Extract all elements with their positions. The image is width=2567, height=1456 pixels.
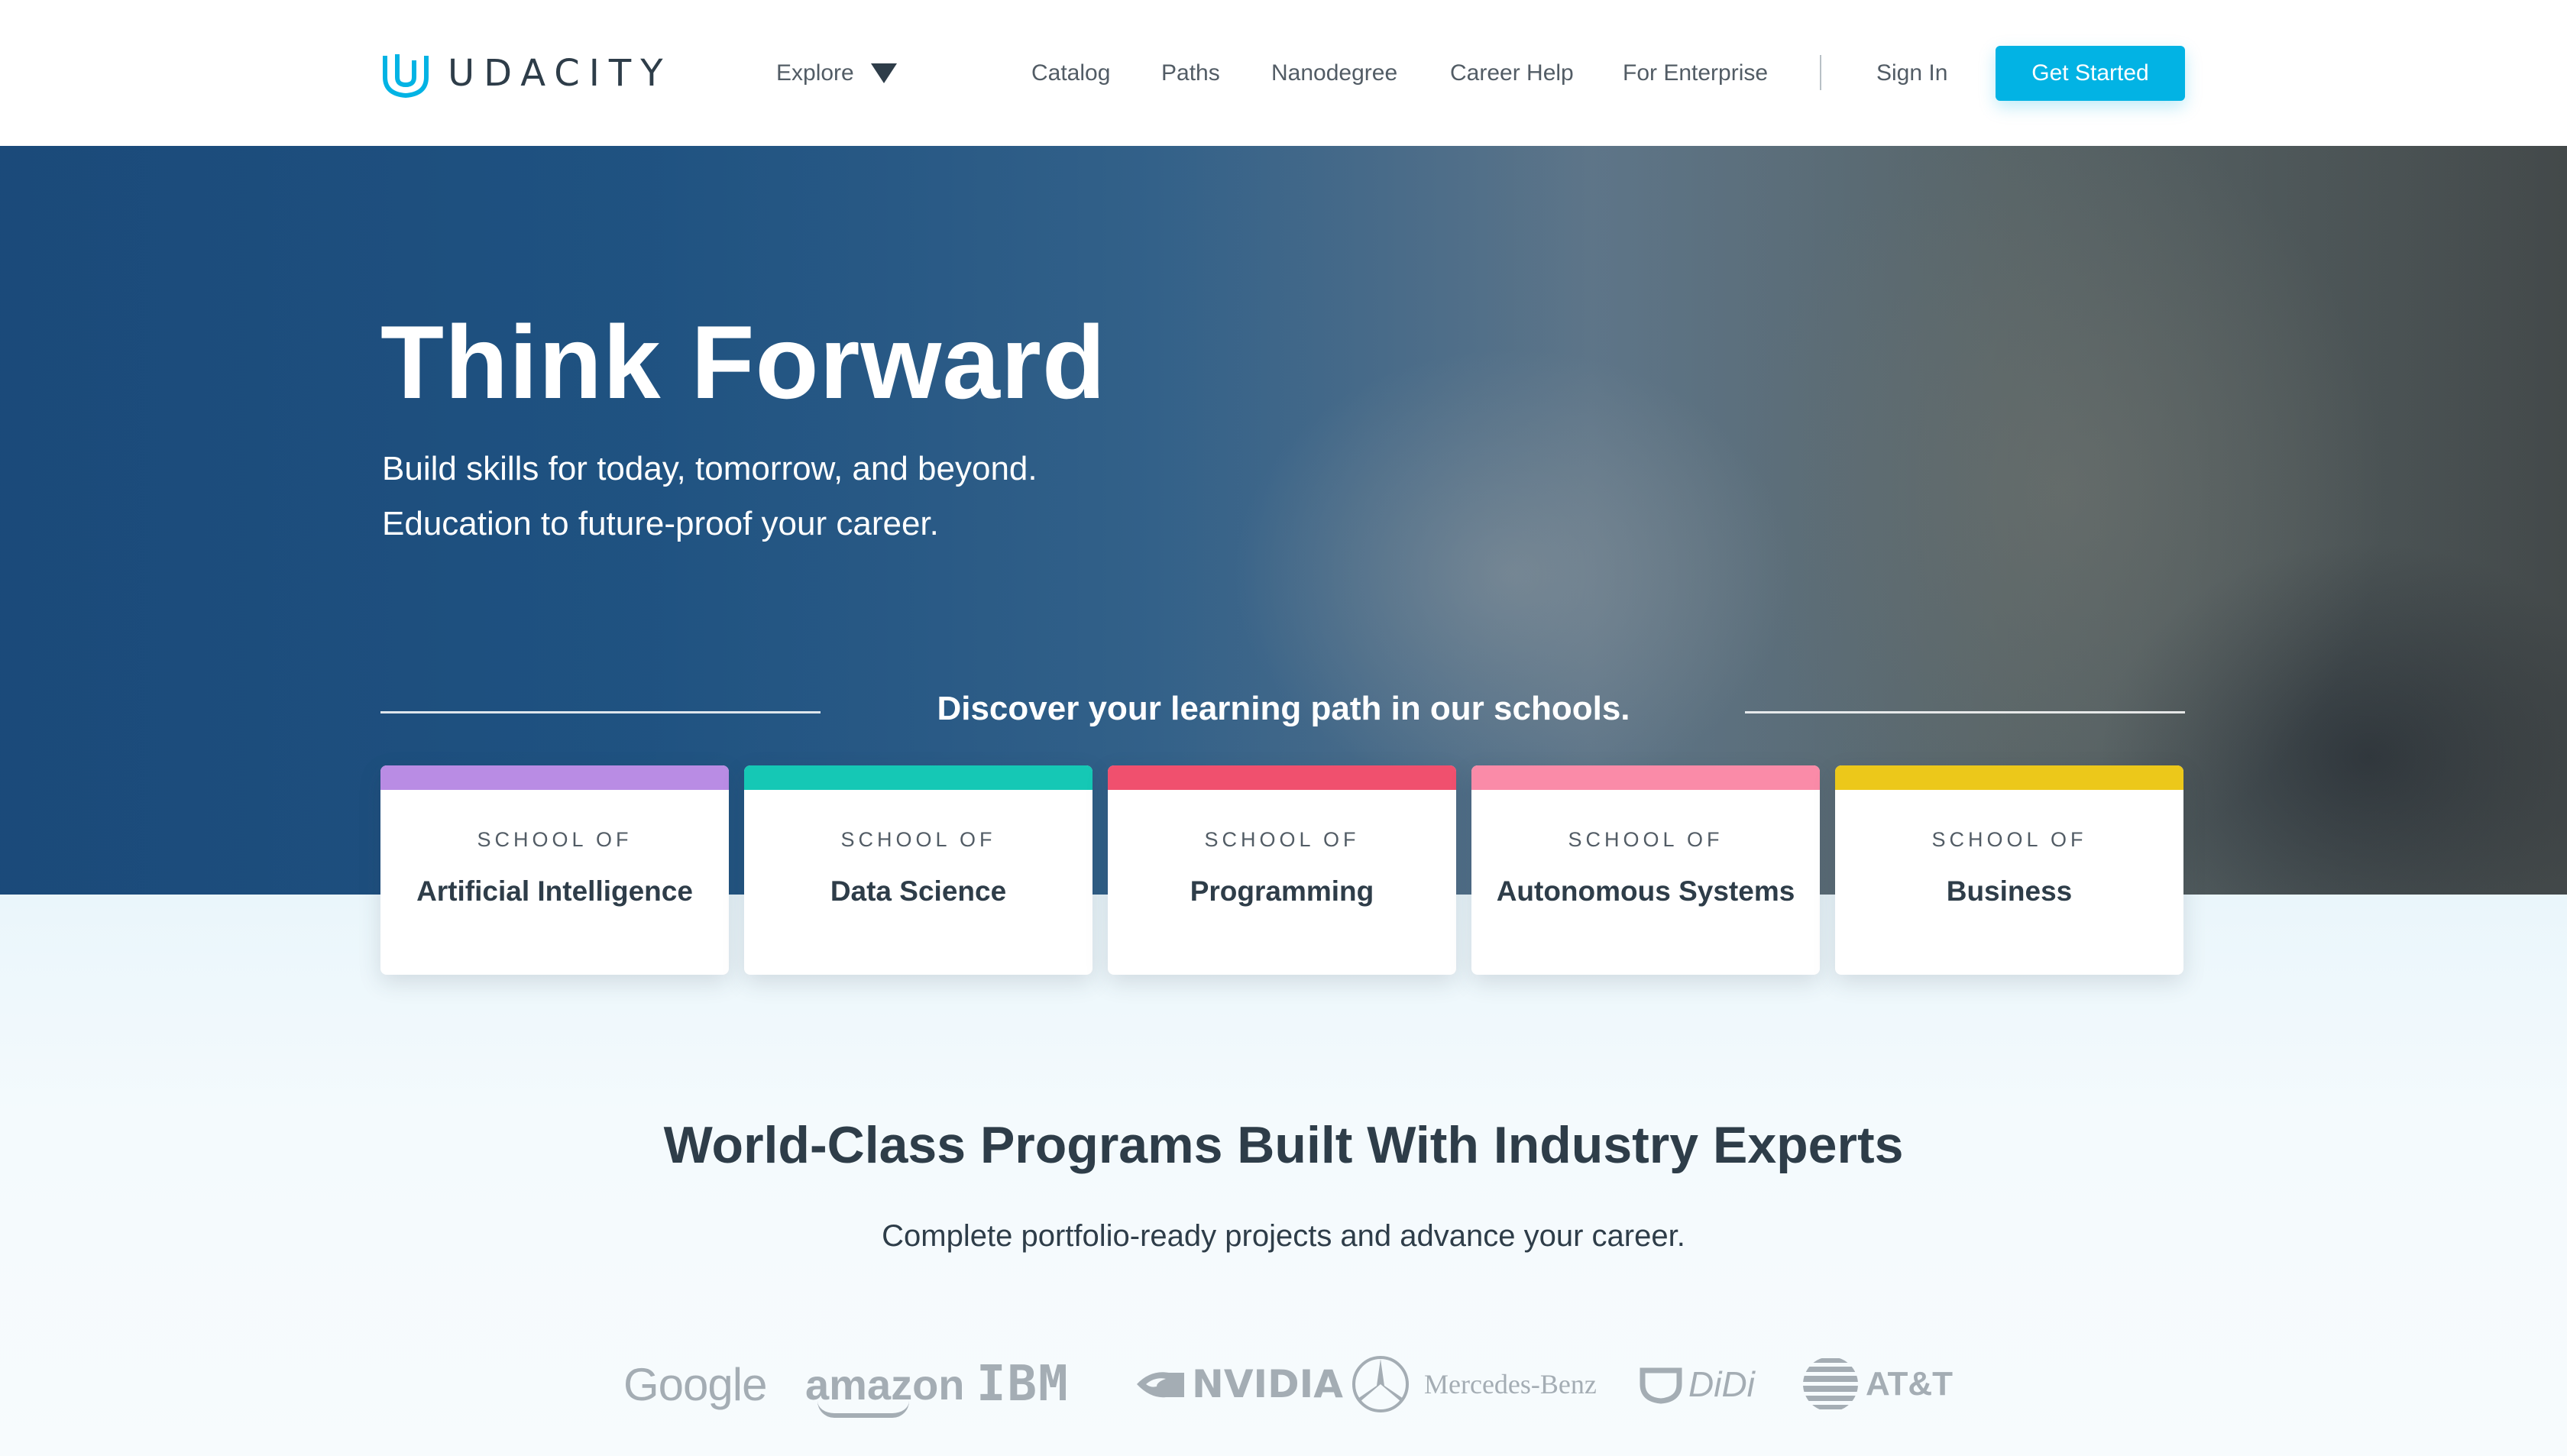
get-started-button[interactable]: Get Started xyxy=(1996,46,2185,101)
card-title: Artificial Intelligence xyxy=(416,875,693,907)
nvidia-logo: NVIDIA xyxy=(1134,1346,1343,1422)
card-kicker: SCHOOL OF xyxy=(840,828,996,851)
hero-subtitle-line2: Education to future-proof your career. xyxy=(382,505,939,542)
card-kicker: SCHOOL OF xyxy=(477,828,633,851)
card-color-bar xyxy=(380,765,729,790)
google-logo: Google xyxy=(623,1346,767,1422)
att-globe-icon xyxy=(1803,1358,1858,1409)
hero-subtitle-line1: Build skills for today, tomorrow, and be… xyxy=(382,450,1037,487)
card-title: Business xyxy=(1946,875,2073,907)
didi-shield-icon xyxy=(1640,1367,1682,1404)
amazon-smile-icon xyxy=(817,1401,909,1418)
ibm-logo: IBM xyxy=(976,1346,1070,1422)
didi-wordmark: DiDi xyxy=(1688,1364,1755,1404)
programs-subtitle: Complete portfolio-ready projects and ad… xyxy=(882,1219,1685,1253)
nav-catalog[interactable]: Catalog xyxy=(1031,58,1110,89)
caret-down-icon xyxy=(870,63,897,83)
site-header: UDACITY Explore Catalog Paths Nanodegree… xyxy=(0,0,2567,146)
mercedes-benz-logo: Mercedes-Benz xyxy=(1351,1346,1597,1422)
explore-menu[interactable]: Explore xyxy=(776,58,897,89)
nav-nanodegree[interactable]: Nanodegree xyxy=(1271,58,1397,89)
card-color-bar xyxy=(1471,765,1820,790)
hero-title: Think Forward xyxy=(380,304,1106,420)
card-color-bar xyxy=(1835,765,2183,790)
nav-for-enterprise[interactable]: For Enterprise xyxy=(1623,58,1768,89)
card-color-bar xyxy=(744,765,1093,790)
school-card-autonomous-systems[interactable]: SCHOOL OF Autonomous Systems xyxy=(1471,765,1820,975)
school-card-programming[interactable]: SCHOOL OF Programming xyxy=(1108,765,1456,975)
school-card-data-science[interactable]: SCHOOL OF Data Science xyxy=(744,765,1093,975)
partner-logos: Google amazon IBM NVIDIA Mercedes-Benz D… xyxy=(0,1346,2567,1422)
brand-name: UDACITY xyxy=(448,52,672,95)
card-title: Autonomous Systems xyxy=(1496,875,1795,907)
amazon-logo: amazon xyxy=(805,1346,965,1422)
nav-paths[interactable]: Paths xyxy=(1161,58,1220,89)
google-wordmark: Google xyxy=(623,1358,767,1410)
att-wordmark: AT&T xyxy=(1866,1365,1954,1403)
card-color-bar xyxy=(1108,765,1456,790)
mercedes-star-icon xyxy=(1352,1356,1409,1412)
mercedes-wordmark: Mercedes-Benz xyxy=(1424,1369,1597,1399)
didi-logo: DiDi xyxy=(1640,1346,1755,1422)
discover-heading: Discover your learning path in our schoo… xyxy=(937,690,1630,727)
nvidia-wordmark: NVIDIA xyxy=(1192,1362,1343,1406)
udacity-logo-icon xyxy=(383,54,429,98)
programs-title: World-Class Programs Built With Industry… xyxy=(663,1116,1904,1174)
card-kicker: SCHOOL OF xyxy=(1204,828,1360,851)
school-cards: SCHOOL OF Artificial Intelligence SCHOOL… xyxy=(380,765,2185,975)
sign-in-link[interactable]: Sign In xyxy=(1876,58,1947,89)
nav-career-help[interactable]: Career Help xyxy=(1450,58,1574,89)
card-title: Data Science xyxy=(830,875,1007,907)
ibm-wordmark: IBM xyxy=(976,1356,1070,1412)
nav-divider xyxy=(1820,55,1821,90)
udacity-logo[interactable]: UDACITY xyxy=(380,47,672,99)
school-card-business[interactable]: SCHOOL OF Business xyxy=(1835,765,2183,975)
school-card-artificial-intelligence[interactable]: SCHOOL OF Artificial Intelligence xyxy=(380,765,729,975)
card-kicker: SCHOOL OF xyxy=(1931,828,2087,851)
nvidia-eye-icon xyxy=(1137,1372,1184,1398)
explore-label: Explore xyxy=(776,60,854,86)
att-logo: AT&T xyxy=(1800,1346,1953,1422)
card-kicker: SCHOOL OF xyxy=(1568,828,1724,851)
card-title: Programming xyxy=(1190,875,1374,907)
